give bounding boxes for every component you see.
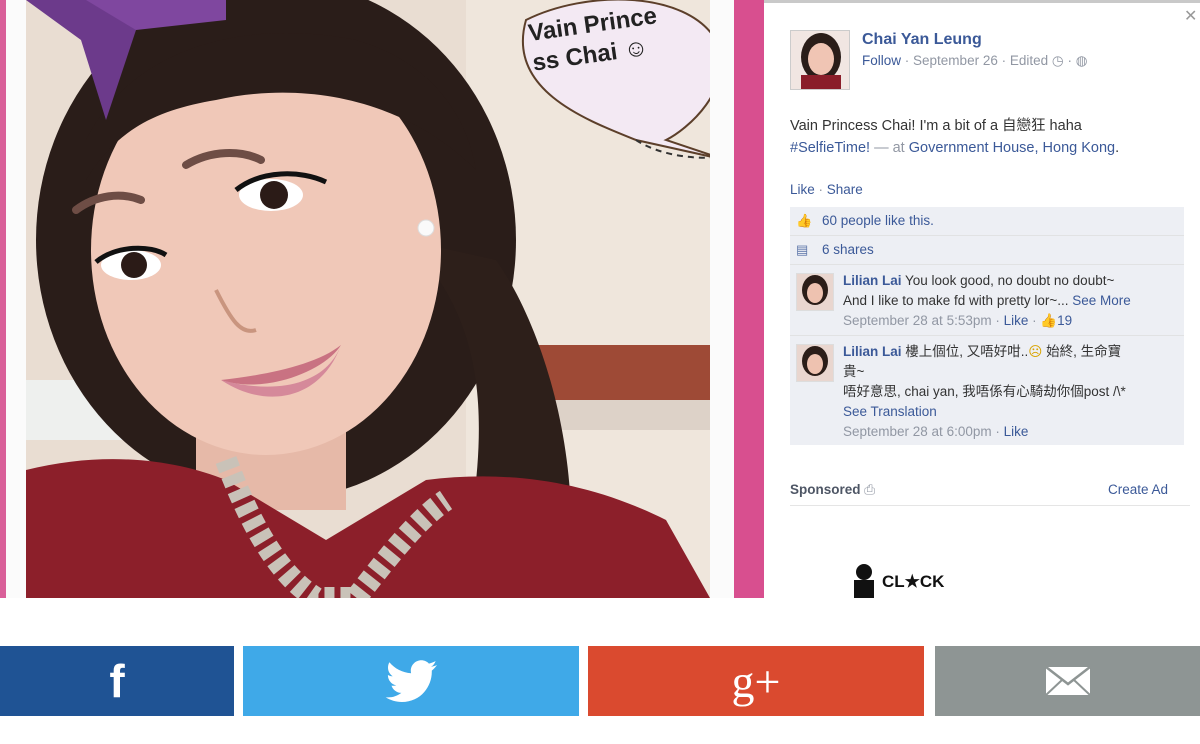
likes-row[interactable]: 👍 60 people like this. — [790, 207, 1184, 236]
location-prefix: — at — [870, 140, 909, 156]
meta-separator: · — [1067, 53, 1076, 68]
comment-text: You look good, no doubt no doubt~ — [901, 273, 1115, 288]
shares-count[interactable]: 6 shares — [822, 242, 874, 257]
comment-body: Lilian Lai 樓上個位, 又唔好咁..☹ 始終, 生命寶 貴~ 唔好意思… — [843, 342, 1179, 442]
meta-separator: · — [1001, 53, 1010, 68]
commenter-avatar-image — [797, 274, 833, 310]
share-email-button[interactable] — [935, 646, 1200, 716]
post-body: Vain Princess Chai! I'm a bit of a 自戀狂 h… — [790, 118, 1082, 134]
comment-text-cont: 始終, 生命寶 — [1042, 344, 1122, 359]
hashtag-link[interactable]: #SelfieTime! — [790, 140, 870, 156]
create-ad-link[interactable]: Create Ad — [1108, 482, 1168, 497]
share-gplus-button[interactable]: g+ — [588, 646, 924, 716]
comment-like-link[interactable]: Like — [1004, 313, 1029, 328]
comment-text: 樓上個位, 又唔好咁.. — [901, 344, 1029, 359]
selfie-illustration — [26, 0, 762, 598]
thumbs-up-icon: 👍 — [796, 213, 813, 228]
edited-label[interactable]: Edited — [1010, 53, 1048, 68]
sponsored-heading: Sponsored ⎙ — [790, 482, 876, 497]
facebook-icon: f — [109, 655, 125, 707]
post-meta: Follow · September 26 · Edited ◷ · ◍ — [862, 53, 1087, 69]
commenter-name[interactable]: Lilian Lai — [843, 344, 902, 359]
ad-logo-text: CL★CK — [882, 572, 945, 591]
feedback-box: 👍 60 people like this. ▤ 6 shares Lilian… — [790, 207, 1184, 445]
author-avatar[interactable] — [790, 30, 850, 90]
commenter-name[interactable]: Lilian Lai — [843, 273, 902, 288]
divider — [790, 505, 1190, 506]
photo-viewer[interactable]: Vain Prince ss Chai ☺ — [0, 0, 764, 598]
commenter-avatar[interactable] — [796, 273, 834, 311]
sponsored-icon: ⎙ — [864, 482, 876, 497]
comment-body: Lilian Lai You look good, no doubt no do… — [843, 271, 1179, 331]
globe-icon[interactable]: ◍ — [1076, 53, 1088, 68]
photo-frame-right — [734, 0, 764, 598]
photo-frame-left-inner — [6, 0, 26, 598]
action-separator: · — [814, 182, 827, 197]
share-twitter-button[interactable] — [243, 646, 579, 716]
follow-link[interactable]: Follow — [862, 53, 901, 68]
google-plus-icon: g+ — [731, 655, 781, 707]
comment-item: Lilian Lai You look good, no doubt no do… — [790, 265, 1184, 336]
ad-logo[interactable]: CL★CK — [844, 560, 1044, 598]
meta-separator: · — [904, 53, 914, 68]
see-more-link[interactable]: See More — [1068, 293, 1131, 308]
comment-separator: · — [1028, 313, 1041, 328]
thumbs-up-icon: 👍 — [1040, 313, 1058, 328]
commenter-avatar[interactable] — [796, 344, 834, 382]
shares-row[interactable]: ▤ 6 shares — [790, 236, 1184, 265]
comment-time[interactable]: September 28 at 6:00pm — [843, 424, 992, 439]
author-name[interactable]: Chai Yan Leung — [862, 31, 982, 49]
comment-text-cont2: 貴~ — [843, 364, 865, 379]
comment-item: Lilian Lai 樓上個位, 又唔好咁..☹ 始終, 生命寶 貴~ 唔好意思… — [790, 336, 1184, 444]
close-icon[interactable]: ✕ — [1184, 6, 1197, 26]
comment-like-link[interactable]: Like — [1004, 424, 1029, 439]
share-icon: ▤ — [796, 242, 809, 257]
comment-like-count[interactable]: 👍19 — [1040, 313, 1072, 328]
author-avatar-image — [791, 31, 849, 89]
commenter-avatar-image — [797, 345, 833, 381]
location-link[interactable]: Government House, Hong Kong — [909, 140, 1115, 156]
post-text: Vain Princess Chai! I'm a bit of a 自戀狂 h… — [790, 115, 1190, 159]
photo-frame-right-inner — [710, 0, 734, 598]
share-facebook-button[interactable]: f — [0, 646, 234, 716]
comment-text-line2: And I like to make fd with pretty lor~..… — [843, 293, 1069, 308]
post-actions: Like · Share — [790, 182, 863, 197]
likes-count[interactable]: 60 people like this. — [822, 213, 934, 228]
envelope-icon — [1044, 666, 1091, 696]
panel-top-border — [764, 0, 1200, 3]
post-panel: ✕ Chai Yan Leung Follow · September 26 ·… — [764, 0, 1200, 598]
post-period: . — [1115, 140, 1120, 156]
comment-separator: · — [991, 424, 1004, 439]
comment-separator: · — [991, 313, 1004, 328]
twitter-bird-icon — [385, 660, 437, 702]
comment-time[interactable]: September 28 at 5:53pm — [843, 313, 992, 328]
clock-icon: ◷ — [1051, 53, 1064, 68]
like-link[interactable]: Like — [790, 182, 815, 197]
post-date[interactable]: September 26 — [913, 53, 998, 68]
share-link[interactable]: Share — [827, 182, 863, 197]
sad-face-icon: ☹ — [1028, 344, 1043, 359]
comment-text-line2: 唔好意思, chai yan, 我唔係有心騎劫你個post /\* — [843, 384, 1126, 399]
angel-emoji-icon: ☺ — [621, 33, 650, 64]
selfie-photo — [26, 0, 762, 598]
see-translation-link[interactable]: See Translation — [843, 404, 937, 419]
